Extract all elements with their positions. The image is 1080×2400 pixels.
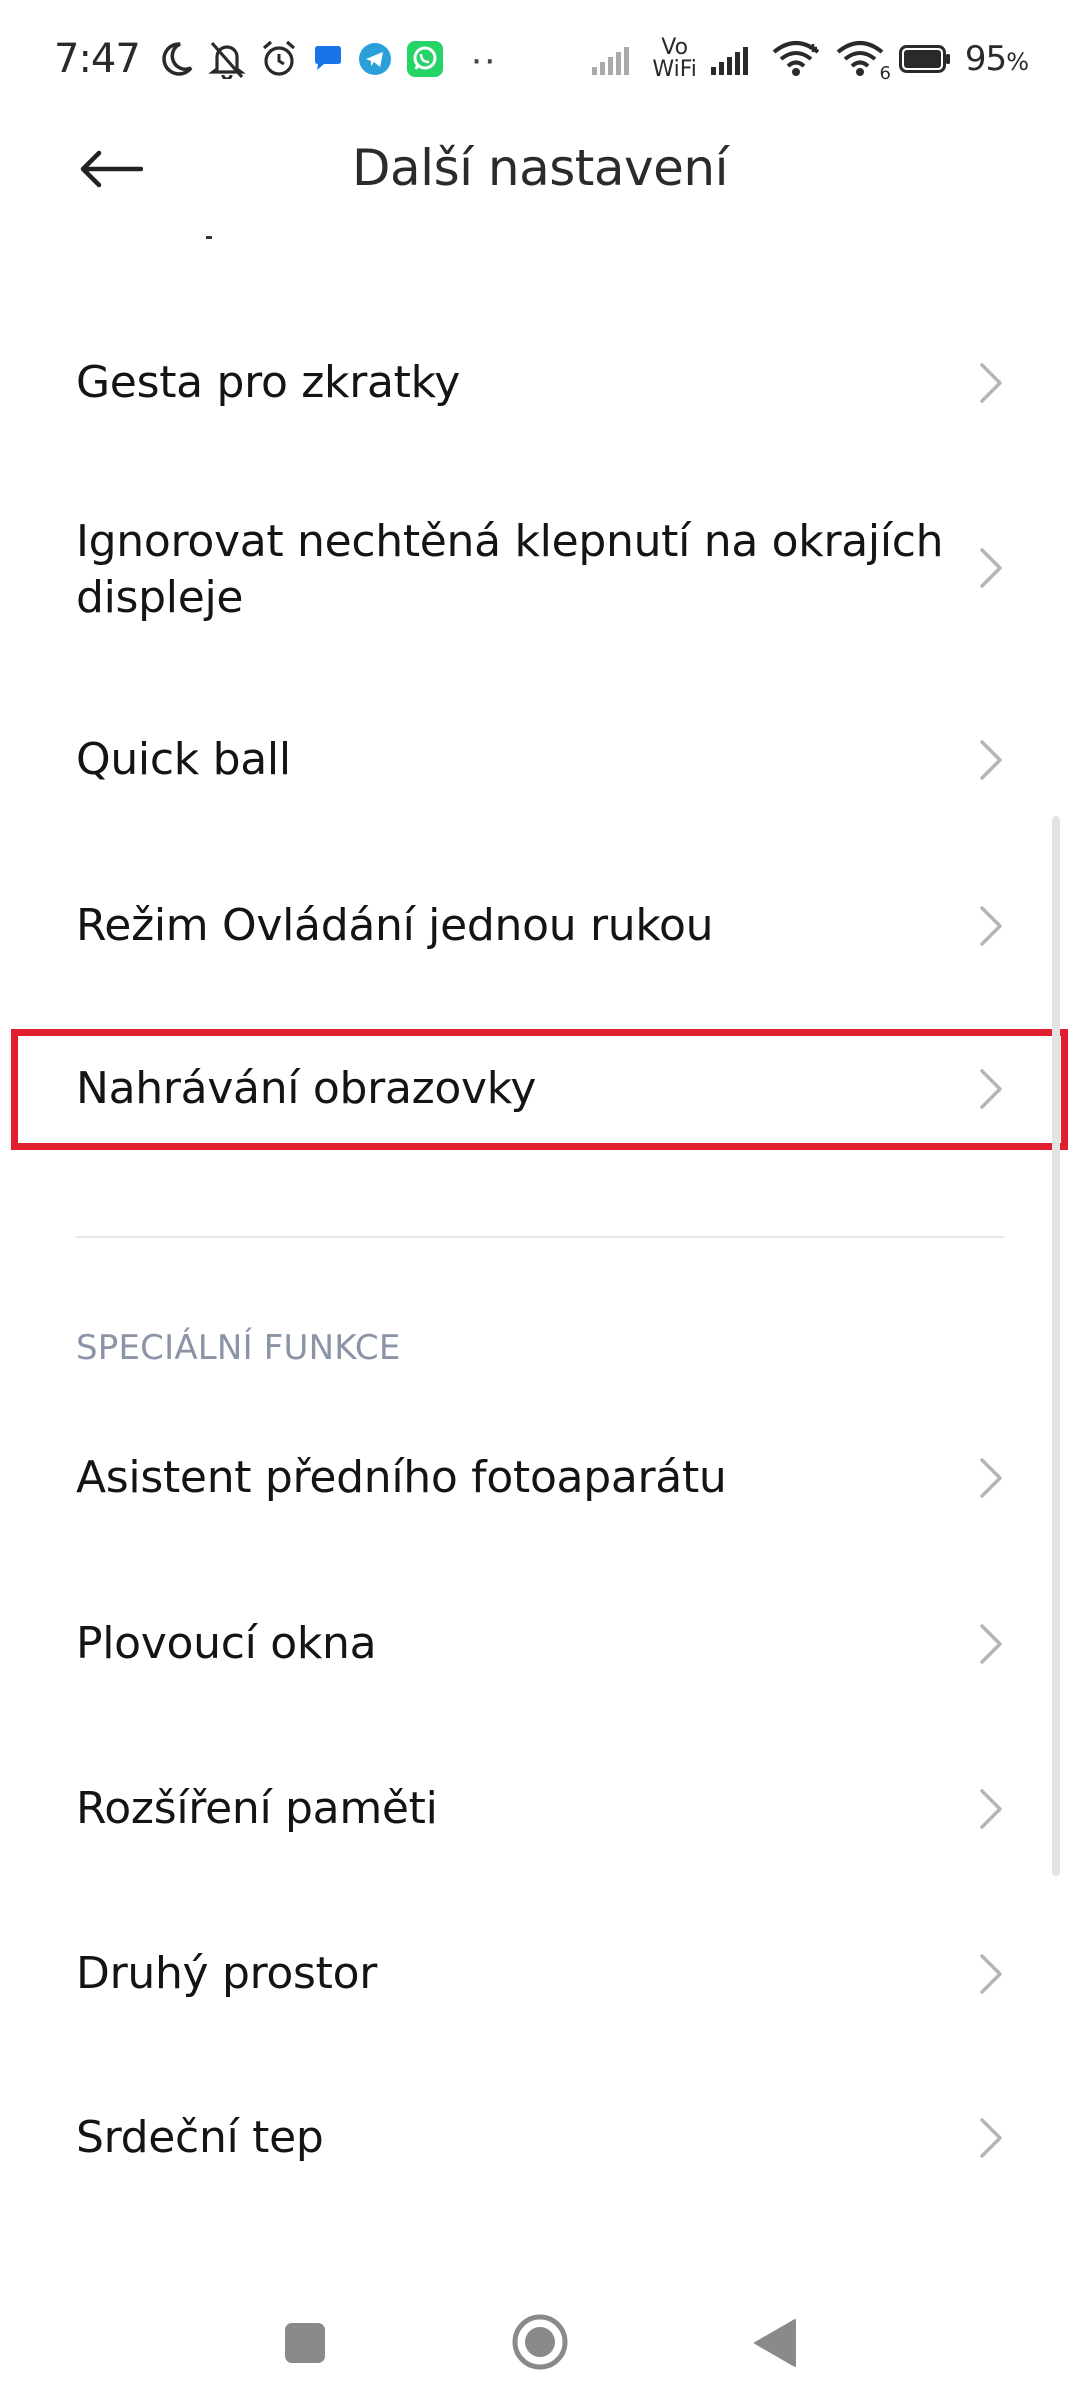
more-dots-icon: ·· — [469, 36, 497, 81]
chevron-right-icon — [980, 2118, 1002, 2158]
home-button[interactable] — [500, 2302, 580, 2382]
list-item-label: Nahrávání obrazovky — [76, 1063, 537, 1114]
chevron-right-icon — [980, 1458, 1002, 1498]
list-item-label: Gesta pro zkratky — [76, 357, 460, 408]
chevron-right-icon — [980, 1624, 1002, 1664]
wifi6-label: 6 — [879, 63, 891, 84]
chevron-right-icon — [980, 1069, 1002, 1109]
status-bar: 7:47 ·· Vo WiFi 6 95% — [0, 0, 1080, 118]
home-circle-icon — [512, 2314, 568, 2370]
back-nav-button[interactable] — [740, 2308, 810, 2378]
whatsapp-icon — [406, 40, 444, 78]
vowifi-icon: Vo WiFi — [652, 37, 697, 81]
list-item-asistent-predniho-fotoaparatu[interactable]: Asistent předního fotoaparátu — [0, 1414, 1080, 1544]
telegram-icon — [358, 42, 392, 76]
list-item-label: Režim Ovládání jednou rukou — [76, 900, 714, 951]
list-item-gesta-pro-zkratky[interactable]: Gesta pro zkratky — [0, 318, 1080, 448]
chevron-right-icon — [980, 906, 1002, 946]
list-item-srdecni-tep[interactable]: Srdeční tep — [0, 2074, 1080, 2204]
signal-icon — [710, 43, 757, 75]
bell-off-icon — [208, 39, 246, 79]
wifi-icon — [771, 40, 821, 78]
triangle-back-icon — [754, 2319, 796, 2367]
list-item-label: Rozšíření paměti — [76, 1783, 438, 1834]
chevron-right-icon — [980, 363, 1002, 403]
list-item-nahravani-obrazovky[interactable]: Nahrávání obrazovky — [0, 1030, 1080, 1150]
scrollbar[interactable] — [1052, 816, 1060, 1876]
recents-button[interactable] — [270, 2308, 340, 2378]
list-item-label: Srdeční tep — [76, 2112, 324, 2163]
list-item-druhy-prostor[interactable]: Druhý prostor — [0, 1908, 1080, 2038]
square-icon — [285, 2323, 325, 2363]
chevron-right-icon — [980, 740, 1002, 780]
list-item-ignorovat-nechtena-klepnuti[interactable]: Ignorovat nechtěná klepnutí na okrajích … — [0, 478, 1080, 658]
status-right: Vo WiFi 6 95% — [592, 37, 1029, 84]
list-item-label: Quick ball — [76, 734, 291, 785]
back-arrow-icon — [80, 150, 143, 188]
vowifi-bottom-label: WiFi — [652, 57, 697, 82]
battery-percent: 95% — [964, 39, 1029, 79]
app-header: Další nastavení — [0, 118, 1080, 218]
chevron-right-icon — [980, 548, 1002, 588]
list-item-label: Plovoucí okna — [76, 1618, 377, 1669]
alarm-icon — [260, 39, 298, 79]
list-item-quick-ball[interactable]: Quick ball — [0, 700, 1080, 830]
list-item-label: Asistent předního fotoaparátu — [76, 1452, 727, 1503]
navigation-bar — [0, 2280, 1080, 2400]
signal-weak-icon — [592, 43, 638, 75]
section-divider — [76, 1236, 1004, 1238]
list-item-rozsireni-pameti[interactable]: Rozšíření paměti — [0, 1744, 1080, 1874]
moon-icon — [158, 40, 194, 78]
list-item-label: Druhý prostor — [76, 1948, 378, 1999]
list-item-plovouci-okna[interactable]: Plovoucí okna — [0, 1578, 1080, 1708]
section-header-special-functions: SPECIÁLNÍ FUNKCE — [76, 1328, 401, 1368]
battery-icon — [898, 45, 951, 73]
chevron-right-icon — [980, 1954, 1002, 1994]
message-icon — [312, 43, 344, 75]
back-button[interactable] — [58, 136, 164, 202]
clipped-text-fragment — [206, 236, 212, 239]
chevron-right-icon — [980, 1789, 1002, 1829]
list-item-label: Ignorovat nechtěná klepnutí na okrajích … — [76, 516, 944, 623]
status-time: 7:47 — [54, 36, 141, 82]
status-left: 7:47 ·· — [54, 36, 592, 82]
vowifi-top-label: Vo — [661, 35, 689, 60]
wifi6-icon: 6 — [835, 40, 891, 84]
list-item-rezim-ovladani-jednou-rukou[interactable]: Režim Ovládání jednou rukou — [0, 864, 1080, 994]
